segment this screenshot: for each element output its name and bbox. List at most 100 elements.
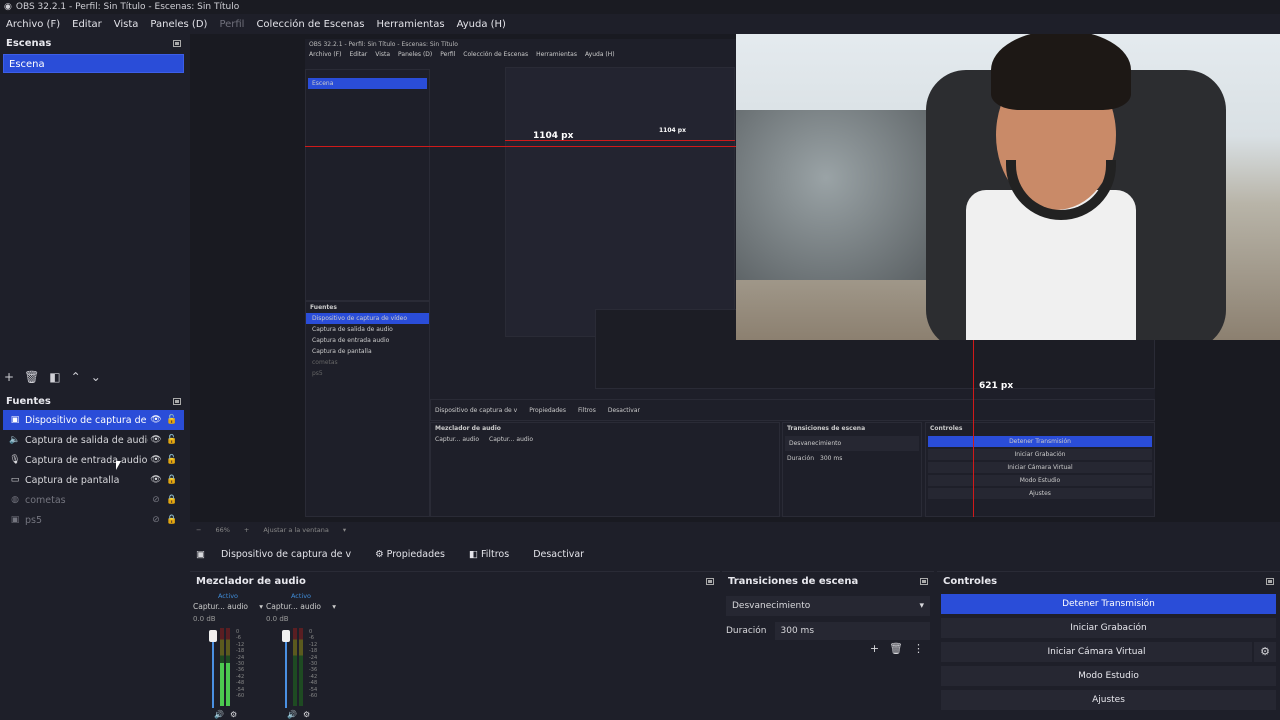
scenes-dock: Escenas Escena + 🗑 ◧ ⌃ ⌄ [0, 34, 187, 390]
more-icon[interactable]: ⋮ [913, 642, 924, 655]
trash-icon[interactable]: 🗑 [889, 642, 903, 655]
unlocked-icon[interactable]: 🔓 [164, 455, 180, 465]
settings-icon[interactable]: ⚙ [230, 710, 237, 719]
meter-track [293, 628, 297, 706]
scene-item[interactable]: Escena [3, 54, 184, 73]
zoom-in-button[interactable]: + [244, 526, 249, 534]
visibility-eye-icon[interactable]: 👁 [148, 455, 164, 465]
menu-editar[interactable]: Editar [66, 19, 108, 30]
db-tick-label: -36 [309, 667, 318, 674]
studio-mode-button[interactable]: Modo Estudio [941, 666, 1276, 686]
locked-icon[interactable]: 🔒 [164, 495, 180, 505]
move-down-icon[interactable]: ⌄ [91, 370, 101, 384]
volume-meter [293, 628, 307, 706]
source-item[interactable]: 🔈 Captura de salida de audio 👁 🔓 [3, 430, 184, 450]
speaker-icon[interactable]: 🔊 [287, 710, 297, 719]
mixer-header: Mezclador de audio [190, 572, 720, 590]
duration-row: Duración 300 ms [726, 622, 930, 640]
window-titlebar: ◉ OBS 32.2.1 - Perfil: Sin Título - Esce… [0, 0, 1280, 14]
zoom-out-button[interactable]: − [196, 526, 201, 534]
undock-icon[interactable] [1266, 577, 1274, 585]
unlocked-icon[interactable]: 🔓 [164, 415, 180, 425]
scenes-header: Escenas [0, 34, 187, 52]
filters-button[interactable]: ◧ Filtros [461, 546, 517, 563]
speaker-icon: 🔈 [9, 435, 21, 445]
channel-status: Activo [290, 592, 312, 600]
move-up-icon[interactable]: ⌃ [71, 370, 81, 384]
filter-icon: ◧ [468, 548, 481, 560]
mixer-title: Mezclador de audio [196, 575, 306, 587]
visibility-eye-icon[interactable]: 👁 [148, 435, 164, 445]
settings-icon[interactable]: ⚙ [303, 710, 310, 719]
db-tick-label: -60 [236, 693, 245, 700]
measure-label-height: 621 px [979, 381, 1014, 391]
gear-icon[interactable]: ⚙ [1254, 642, 1276, 662]
source-item[interactable]: ▣ Dispositivo de captura de vídeo 👁 🔓 [3, 410, 184, 430]
obs-logo-icon: ◉ [4, 2, 12, 12]
properties-button[interactable]: ⚙ Propiedades [367, 546, 453, 563]
duration-label: Duración [726, 626, 767, 636]
nested-scenes: Escena [305, 69, 430, 301]
transitions-dock: Transiciones de escena Desvanecimiento ▾… [722, 571, 934, 720]
trash-icon[interactable]: 🗑 [24, 370, 39, 384]
menu-herramientas[interactable]: Herramientas [370, 19, 450, 30]
stop-stream-button[interactable]: Detener Transmisión [941, 594, 1276, 614]
deactivate-button[interactable]: Desactivar [525, 546, 592, 563]
camera-icon: ▣ [196, 548, 205, 560]
chevron-down-icon[interactable]: ▾ [343, 526, 346, 534]
db-tick-label: -18 [309, 648, 318, 655]
speaker-icon[interactable]: 🔊 [214, 710, 224, 719]
filter-icon[interactable]: ◧ [49, 370, 60, 384]
locked-icon[interactable]: 🔒 [164, 515, 180, 525]
menu-ayuda[interactable]: Ayuda (H) [451, 19, 512, 30]
unlocked-icon[interactable]: 🔓 [164, 435, 180, 445]
chevron-down-icon[interactable]: ▾ [332, 602, 336, 611]
selected-source-name: Dispositivo de captura de v [220, 548, 352, 560]
start-virtualcam-button[interactable]: Iniciar Cámara Virtual [941, 642, 1252, 662]
measure-label-width: 1104 px [533, 131, 574, 141]
db-scale: 0 -6 -12 -18 -24 -30 -36 -42 -48 -54 -60 [236, 629, 244, 699]
visibility-eye-icon[interactable]: 👁 [148, 475, 164, 485]
source-item[interactable]: ◍ cometas ⊘ 🔒 [3, 490, 184, 510]
settings-button[interactable]: Ajustes [941, 690, 1276, 710]
add-icon[interactable]: + [4, 370, 14, 384]
start-recording-button[interactable]: Iniciar Grabación [941, 618, 1276, 638]
add-icon[interactable]: + [870, 642, 879, 655]
visibility-eye-icon[interactable]: 👁 [148, 415, 164, 425]
menu-paneles[interactable]: Paneles (D) [144, 19, 213, 30]
chevron-down-icon[interactable]: ▾ [259, 602, 263, 611]
transition-select[interactable]: Desvanecimiento ▾ [726, 596, 930, 616]
volume-meter [220, 628, 234, 706]
source-toolbar: ▣ Dispositivo de captura de v ⚙ Propieda… [190, 542, 1280, 566]
measure-line-horizontal [305, 146, 736, 147]
mixer-channel: Activo Captur... audio ▾ 0.0 dB [266, 592, 336, 623]
transitions-header: Transiciones de escena [722, 572, 934, 590]
measure-label-width-inner: 1104 px [659, 127, 686, 134]
controls-title: Controles [943, 575, 998, 587]
nested-mixer: Mezclador de audio Captur... audio Captu… [430, 422, 780, 517]
locked-icon[interactable]: 🔒 [164, 475, 180, 485]
source-item[interactable]: ▭ Captura de pantalla 👁 🔒 [3, 470, 184, 490]
hidden-eye-icon[interactable]: ⊘ [148, 515, 164, 525]
undock-icon[interactable] [173, 397, 181, 405]
controls-dock: Controles Detener Transmisión Iniciar Gr… [937, 571, 1280, 720]
menu-coleccion-escenas[interactable]: Colección de Escenas [250, 19, 370, 30]
source-item[interactable]: ▣ ps5 ⊘ 🔒 [3, 510, 184, 530]
nested-transitions: Transiciones de escena Desvanecimiento D… [782, 422, 922, 517]
globe-icon: ◍ [11, 495, 19, 505]
volume-slider-knob[interactable] [209, 630, 217, 642]
undock-icon[interactable] [706, 577, 714, 585]
volume-slider-knob[interactable] [282, 630, 290, 642]
hidden-eye-icon[interactable]: ⊘ [148, 495, 164, 505]
source-item[interactable]: 🎙 Captura de entrada audio 👁 🔓 [3, 450, 184, 470]
meter-track [299, 628, 303, 706]
fit-to-window-select[interactable]: Ajustar a la ventana [263, 526, 329, 534]
menu-archivo[interactable]: Archivo (F) [0, 19, 66, 30]
menu-perfil[interactable]: Perfil [213, 19, 250, 30]
undock-icon[interactable] [173, 39, 181, 47]
measure-line-vertical [973, 339, 974, 517]
duration-input[interactable]: 300 ms [774, 622, 930, 640]
undock-icon[interactable] [920, 577, 928, 585]
preview-canvas[interactable]: OBS 32.2.1 - Perfil: Sin Título - Escena… [190, 34, 1280, 522]
menu-vista[interactable]: Vista [108, 19, 145, 30]
